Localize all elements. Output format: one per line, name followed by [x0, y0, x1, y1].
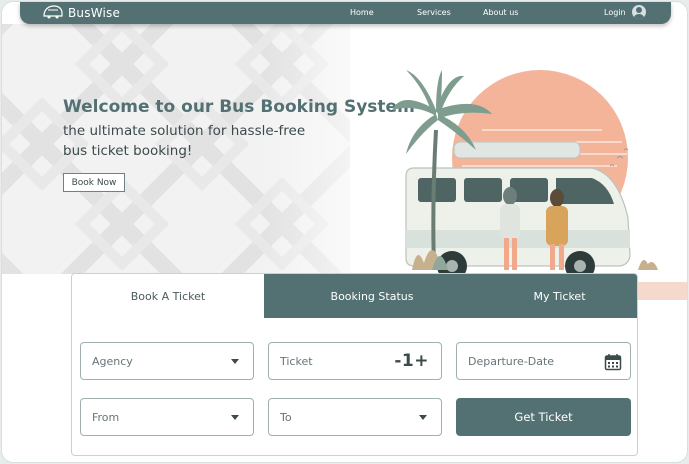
departure-date-label: Departure-Date: [468, 354, 555, 368]
agency-select[interactable]: Agency: [80, 342, 254, 380]
hero-subtitle: the ultimate solution for hassle-free bu…: [63, 121, 343, 161]
chevron-down-icon: [419, 415, 427, 420]
hero-title: Welcome to our Bus Booking System: [63, 97, 415, 117]
to-select[interactable]: To: [268, 398, 442, 436]
booking-panel: Book A Ticket Booking Status My Ticket A…: [71, 273, 638, 456]
brand-name: BusWise: [68, 6, 121, 20]
login-button[interactable]: Login: [604, 5, 646, 19]
tab-my-ticket[interactable]: My Ticket: [480, 274, 637, 318]
book-now-button[interactable]: Book Now: [63, 173, 125, 192]
chevron-down-icon: [231, 415, 239, 420]
user-circle-icon: [631, 5, 646, 19]
departure-date-field[interactable]: Departure-Date: [456, 342, 631, 380]
quantity-stepper[interactable]: -1+: [394, 351, 429, 371]
get-ticket-button[interactable]: Get Ticket: [456, 398, 631, 436]
login-label: Login: [604, 7, 626, 17]
agency-label: Agency: [92, 354, 133, 368]
app-window: BusWise Home Services About us Login Wel…: [1, 1, 688, 463]
navbar: BusWise Home Services About us Login: [20, 2, 671, 24]
to-label: To: [280, 410, 292, 424]
nav-link-about[interactable]: About us: [483, 8, 518, 17]
hero-subtitle-line2: bus ticket booking!: [63, 143, 193, 159]
bus-logo-icon: [42, 4, 64, 23]
from-select[interactable]: From: [80, 398, 254, 436]
nav-link-services[interactable]: Services: [417, 8, 451, 17]
chevron-down-icon: [231, 359, 239, 364]
hero-illustration: [392, 70, 687, 300]
ticket-quantity-field[interactable]: Ticket -1+: [268, 342, 442, 380]
tab-book-a-ticket[interactable]: Book A Ticket: [72, 274, 264, 318]
calendar-icon[interactable]: [604, 353, 622, 374]
brand-logo[interactable]: BusWise: [42, 4, 120, 22]
tab-booking-status[interactable]: Booking Status: [264, 274, 480, 318]
nav-link-home[interactable]: Home: [350, 8, 374, 17]
ticket-label: Ticket: [280, 354, 313, 368]
hero-subtitle-line1: the ultimate solution for hassle-free: [63, 123, 306, 139]
from-label: From: [92, 410, 120, 424]
